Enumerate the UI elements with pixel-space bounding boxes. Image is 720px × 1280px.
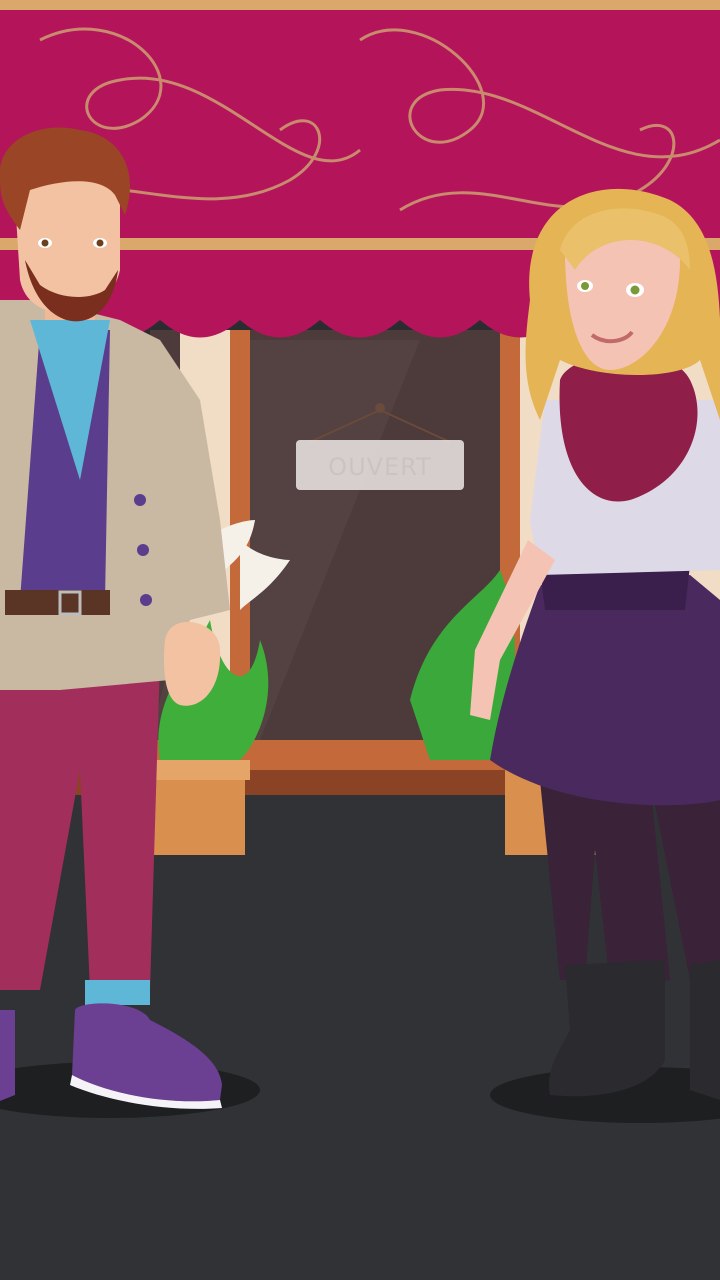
man-sock — [85, 980, 150, 1005]
sign-text: OUVERT — [328, 453, 432, 481]
scene-svg: OUVERT — [0, 0, 720, 1280]
man-belt — [5, 590, 110, 615]
woman-boot-right — [690, 960, 720, 1100]
game-scene: OUVERT — [0, 0, 720, 1280]
